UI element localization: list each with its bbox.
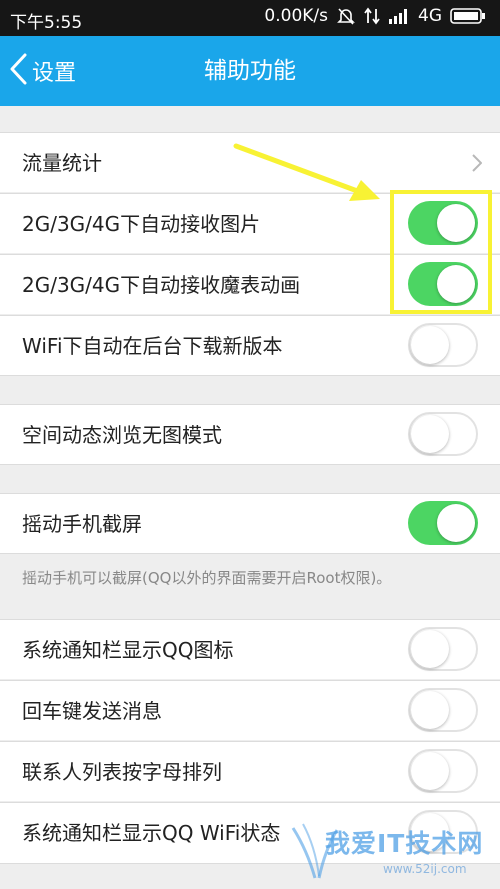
toggle-knob xyxy=(437,204,475,242)
toggle-switch[interactable] xyxy=(408,323,478,367)
status-time: 下午5:55 xyxy=(10,13,83,33)
toggle-switch[interactable] xyxy=(408,627,478,671)
toggle-switch[interactable] xyxy=(408,688,478,732)
setting-label: 系统通知栏显示QQ图标 xyxy=(22,638,234,662)
mute-alarm-icon xyxy=(336,6,356,26)
network-type: 4G xyxy=(418,6,442,26)
status-right: 0.00K/s 4G xyxy=(264,6,486,26)
chevron-right-icon xyxy=(472,154,483,176)
setting-auto-receive-animations: 2G/3G/4G下自动接收魔表动画 xyxy=(0,254,500,314)
shake-hint-text: 摇动手机可以截屏(QQ以外的界面需要开启Root权限)。 xyxy=(22,569,392,587)
toggle-knob xyxy=(437,504,475,542)
data-transfer-icon xyxy=(364,6,380,26)
setting-wifi-auto-download: WiFi下自动在后台下载新版本 xyxy=(0,315,500,376)
page-title: 辅助功能 xyxy=(204,58,296,84)
setting-label: 流量统计 xyxy=(22,151,102,175)
battery-icon xyxy=(450,7,486,25)
toggle-switch[interactable] xyxy=(408,749,478,793)
setting-label: 摇动手机截屏 xyxy=(22,512,142,536)
setting-label: WiFi下自动在后台下载新版本 xyxy=(22,334,283,358)
setting-label: 联系人列表按字母排列 xyxy=(22,760,222,784)
setting-contacts-alphabetical: 联系人列表按字母排列 xyxy=(0,741,500,801)
setting-label: 系统通知栏显示QQ WiFi状态 xyxy=(22,821,281,845)
toggle-switch[interactable] xyxy=(408,501,478,545)
watermark: 我爱IT技术网 www.52ij.com xyxy=(285,820,495,885)
title-bar: 设置 辅助功能 xyxy=(0,36,500,106)
setting-auto-receive-images: 2G/3G/4G下自动接收图片 xyxy=(0,193,500,253)
toggle-knob xyxy=(411,691,449,729)
toggle-knob xyxy=(411,415,449,453)
signal-icon xyxy=(388,7,410,25)
toggle-knob xyxy=(437,265,475,303)
watermark-url: www.52ij.com xyxy=(383,862,467,876)
setting-traffic-stats[interactable]: 流量统计 xyxy=(0,132,500,192)
toggle-switch[interactable] xyxy=(408,262,478,306)
toggle-knob xyxy=(411,752,449,790)
toggle-knob xyxy=(411,630,449,668)
setting-notify-qq-icon: 系统通知栏显示QQ图标 xyxy=(0,619,500,679)
status-bar: 下午5:55 0.00K/s 4G xyxy=(0,0,500,36)
toggle-knob xyxy=(411,326,449,364)
setting-no-image-mode: 空间动态浏览无图模式 xyxy=(0,404,500,465)
setting-label: 空间动态浏览无图模式 xyxy=(22,423,222,447)
setting-label: 回车键发送消息 xyxy=(22,699,162,723)
setting-label: 2G/3G/4G下自动接收魔表动画 xyxy=(22,273,301,297)
toggle-switch[interactable] xyxy=(408,412,478,456)
setting-shake-screenshot: 摇动手机截屏 xyxy=(0,493,500,554)
setting-label: 2G/3G/4G下自动接收图片 xyxy=(22,212,261,236)
watermark-text: 我爱IT技术网 xyxy=(325,829,484,858)
toggle-switch[interactable] xyxy=(408,201,478,245)
network-speed: 0.00K/s xyxy=(264,6,328,26)
setting-enter-to-send: 回车键发送消息 xyxy=(0,680,500,740)
